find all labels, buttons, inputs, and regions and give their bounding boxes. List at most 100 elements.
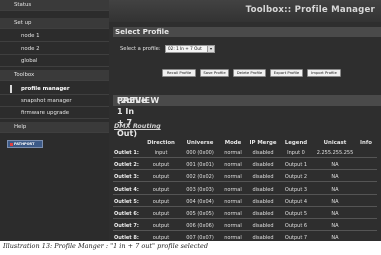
sidebar-item-snapshot-manager[interactable]: snapshot manager [0,96,109,107]
cell-unicast: NA [331,211,339,217]
header-bar: Toolbox:: Profile Manager [109,0,381,22]
cell-unicast: NA [331,223,339,230]
cell-ip-merge: disabled [252,162,274,169]
brand-logo: PATHPORT [7,140,43,148]
sidebar-item-node-2[interactable]: node 2 [0,44,109,55]
cell-direction: output [152,162,170,169]
sidebar: Status Set up node 1 node 2 global Toolb… [0,0,109,241]
column-header: Info [360,140,372,146]
sidebar-item-global[interactable]: global [0,56,109,67]
table-row: Outlet 5: output 004 (0x04) normal disabled O… [113,198,377,207]
column-header: Universe [186,140,214,146]
cell-mode: normal [224,174,242,181]
outlet-label: Outlet 8: [114,235,139,241]
table-row: Outlet 3: output 002 (0x02) normal disabled O… [113,173,377,183]
recall-profile-button[interactable]: Recall Profile [162,69,196,77]
cell-direction: output [152,186,170,193]
table-row: Outlet 1: input 000 (0x00) normal disabled In… [113,149,377,158]
cell-unicast: NA [331,174,339,181]
outlet-label: Outlet 2: [114,162,139,169]
cell-universe: 005 (0x05) [186,211,214,217]
select-profile-section-header: Select Profile [113,27,381,37]
cell-mode: normal [224,186,242,193]
cell-universe: 001 (0x01) [186,162,214,169]
sidebar-item-label: node 1 [21,33,40,39]
profile-select-value: 02: 1 In + 7 Out [168,45,202,51]
cell-ip-merge: disabled [252,223,274,230]
figure-caption: Illustration 13: Profile Manger : "1 in … [3,242,208,250]
cell-mode: normal [224,198,242,205]
sidebar-item-label: node 2 [21,46,40,52]
section-title: Select Profile [115,27,170,36]
cell-legend: Output 4 [284,198,308,205]
table-row: Outlet 7: output 006 (0x06) normal disabled O… [113,222,377,232]
cell-legend: Output 3 [284,186,308,193]
sidebar-item-toolbox[interactable]: Toolbox [0,70,109,81]
cell-unicast: NA [331,198,339,205]
sidebar-item-label: Set up [14,20,32,26]
cell-ip-merge: disabled [252,174,274,181]
sidebar-item-node-1[interactable]: node 1 [0,31,109,42]
app-window: Status Set up node 1 node 2 global Toolb… [0,0,381,241]
table-row: Outlet 2: output 001 (0x01) normal disabled O… [113,161,377,171]
cell-ip-merge: disabled [252,150,274,156]
cell-legend: Output 6 [284,223,308,230]
import-profile-button[interactable]: Import Profile [307,69,341,77]
cell-universe: 003 (0x03) [186,186,214,193]
cell-ip-merge: disabled [252,186,274,193]
outlet-label: Outlet 4: [114,186,139,193]
cell-universe: 002 (0x02) [186,174,214,181]
sidebar-item-label: firmware upgrade [21,110,70,116]
brand-name: PATHPORT [14,142,35,146]
sidebar-item-label: Help [14,124,27,130]
cell-unicast: 2.255.255.255 [316,150,354,156]
sidebar-item-profile-manager[interactable]: profile manager [0,84,109,95]
sidebar-item-firmware-upgrade[interactable]: firmware upgrade [0,108,109,119]
table-row: Outlet 4: output 003 (0x03) normal disabled O… [113,186,377,195]
main-content: Toolbox:: Profile Manager Select Profile… [109,0,381,241]
outlet-label: Outlet 5: [114,198,139,205]
cell-legend: Output 7 [284,235,308,241]
cell-universe: 007 (0x07) [186,235,214,241]
table-row: Outlet 8: output 007 (0x07) normal disabled O… [113,234,377,241]
cell-legend: Output 2 [284,174,308,181]
profile-preview-section-header: Profile PREVIEW (2: 1 In + 7 Out) [113,95,381,138]
cell-direction: output [152,211,170,217]
save-profile-button[interactable]: Save Profile [200,69,229,77]
cell-mode: normal [224,223,242,230]
sidebar-item-label: profile manager [21,86,70,92]
cell-mode: normal [224,150,242,156]
cell-unicast: NA [331,186,339,193]
outlet-label: Outlet 6: [114,211,139,217]
sidebar-item-setup[interactable]: Set up [0,18,109,29]
cell-unicast: NA [331,162,339,169]
sidebar-item-status[interactable]: Status [0,0,109,11]
outlet-label: Outlet 3: [114,174,139,181]
cell-universe: 006 (0x06) [186,223,214,230]
column-header: Unicast [323,140,347,146]
sidebar-item-help[interactable]: Help [0,122,109,133]
column-header: Direction [147,140,175,146]
cell-direction: input [154,150,168,156]
column-header: Legend [284,140,308,146]
cell-mode: normal [224,162,242,169]
cell-legend: Input 0 [287,150,305,156]
table-row: Outlet 6: output 005 (0x05) normal disabled O… [113,210,377,219]
sidebar-item-label: snapshot manager [21,98,72,104]
cell-mode: normal [224,235,242,241]
cell-ip-merge: disabled [252,198,274,205]
cell-direction: output [152,223,170,230]
column-header: Mode [224,140,242,146]
select-profile-label: Select a profile: [120,46,161,52]
export-profile-button[interactable]: Export Profile [270,69,303,77]
cell-legend: Output 5 [284,211,308,217]
delete-profile-button[interactable]: Delete Profile [233,69,266,77]
column-header: IP Merge [249,140,277,146]
profile-select[interactable]: 02: 1 In + 7 Out ▾ [165,44,215,53]
sidebar-item-label: global [21,58,38,64]
preview-title-suffix: (2: 1 In + 7 Out) [117,96,137,138]
cell-direction: output [152,235,170,241]
outlet-label: Outlet 1: [114,150,139,156]
cell-legend: Output 1 [284,162,308,169]
chevron-down-icon: ▾ [207,45,214,52]
